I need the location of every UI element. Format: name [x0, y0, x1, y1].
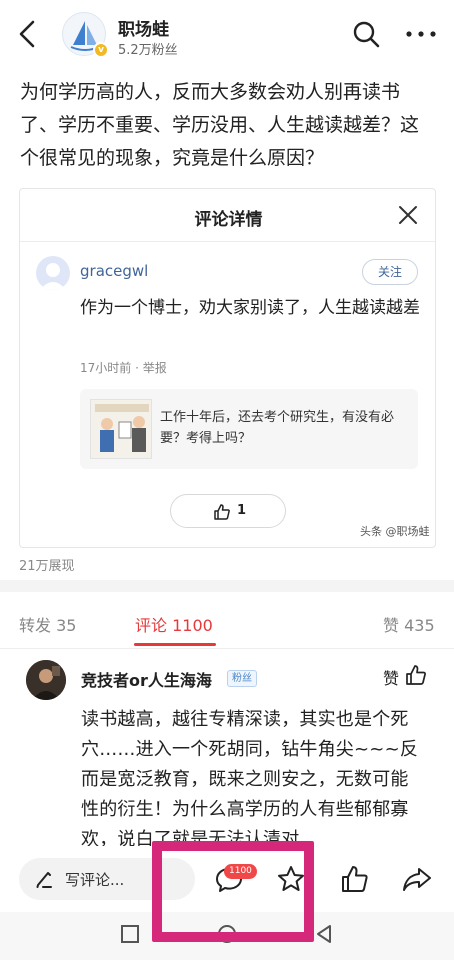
star-icon[interactable]	[276, 864, 306, 894]
comment-like-label[interactable]: 赞	[383, 665, 399, 689]
card-like-count: 1	[237, 503, 247, 518]
card-comment-meta: 17小时前 · 举报	[80, 361, 167, 375]
bottom-action-bar: 写评论...	[0, 846, 454, 912]
comment-author-name[interactable]: 竞技者or人生海海	[81, 667, 212, 691]
share-icon[interactable]	[402, 864, 432, 894]
article-thumbnail	[90, 399, 152, 459]
comment-input-placeholder: 写评论...	[65, 871, 125, 889]
comment-body: 读书越高，越往专精深读，其实也是个死穴……进入一个死胡同，钻牛角尖~~~反而是宽…	[81, 709, 419, 850]
system-back-icon[interactable]	[312, 922, 336, 946]
author-avatar[interactable]: v	[62, 12, 109, 58]
screen: v 职场蛙 5.2万粉丝 为何学历高的人，反而大多数会劝人别再读书了、学历不重要…	[0, 0, 454, 960]
thumbs-up-icon	[213, 503, 231, 521]
author-fans: 5.2万粉丝	[118, 43, 178, 58]
tab-repost[interactable]: 转发 35	[19, 612, 76, 636]
card-comment-text: 作为一个博士，劝大家别读了，人生越读越差	[80, 298, 420, 318]
comment-count-badge: 1100	[224, 864, 257, 879]
home-icon[interactable]	[215, 922, 239, 946]
comment-author-avatar[interactable]	[26, 660, 66, 700]
top-bar: v 职场蛙 5.2万粉丝	[0, 0, 454, 68]
quoted-article-title: 工作十年后，还去考个研究生，有没有必要？考得上吗？	[160, 410, 395, 446]
card-title: 评论详情	[194, 210, 263, 230]
divider	[20, 241, 435, 242]
follow-button[interactable]: 关注	[362, 259, 418, 285]
thumbs-up-icon[interactable]	[340, 864, 370, 894]
commenter-avatar[interactable]	[36, 256, 70, 290]
section-gap	[0, 580, 454, 592]
more-icon[interactable]	[404, 24, 438, 44]
comment-detail-card[interactable]: 评论详情 gracegwl 关注 作为一个博士，劝大家别读了，人生越读越差 17…	[19, 188, 436, 548]
search-icon[interactable]	[352, 20, 380, 48]
recent-apps-icon[interactable]	[118, 922, 142, 946]
verified-icon: v	[93, 42, 109, 58]
watermark: 头条 @职场蛙	[360, 525, 430, 538]
author-name[interactable]: 职场蛙	[118, 15, 169, 40]
fan-badge: 粉丝	[227, 670, 257, 687]
comment-input[interactable]: 写评论...	[19, 858, 195, 900]
back-icon[interactable]	[14, 18, 42, 50]
quoted-article[interactable]: 工作十年后，还去考个研究生，有没有必要？考得上吗？	[80, 389, 418, 469]
card-like-button[interactable]: 1	[170, 494, 286, 528]
post-title: 为何学历高的人，反而大多数会劝人别再读书了、学历不重要、学历没用、人生越读越差？…	[20, 81, 420, 169]
thumbs-up-icon[interactable]	[405, 664, 427, 686]
divider	[0, 648, 454, 649]
commenter-name[interactable]: gracegwl	[80, 262, 148, 280]
close-icon[interactable]	[398, 205, 418, 225]
tab-likes[interactable]: 赞 435	[383, 612, 435, 636]
view-count: 21万展现	[19, 559, 75, 574]
tab-comments[interactable]: 评论 1100	[135, 612, 213, 636]
pen-icon	[35, 870, 53, 888]
system-nav-bar	[0, 912, 454, 960]
active-tab-indicator	[134, 643, 216, 646]
